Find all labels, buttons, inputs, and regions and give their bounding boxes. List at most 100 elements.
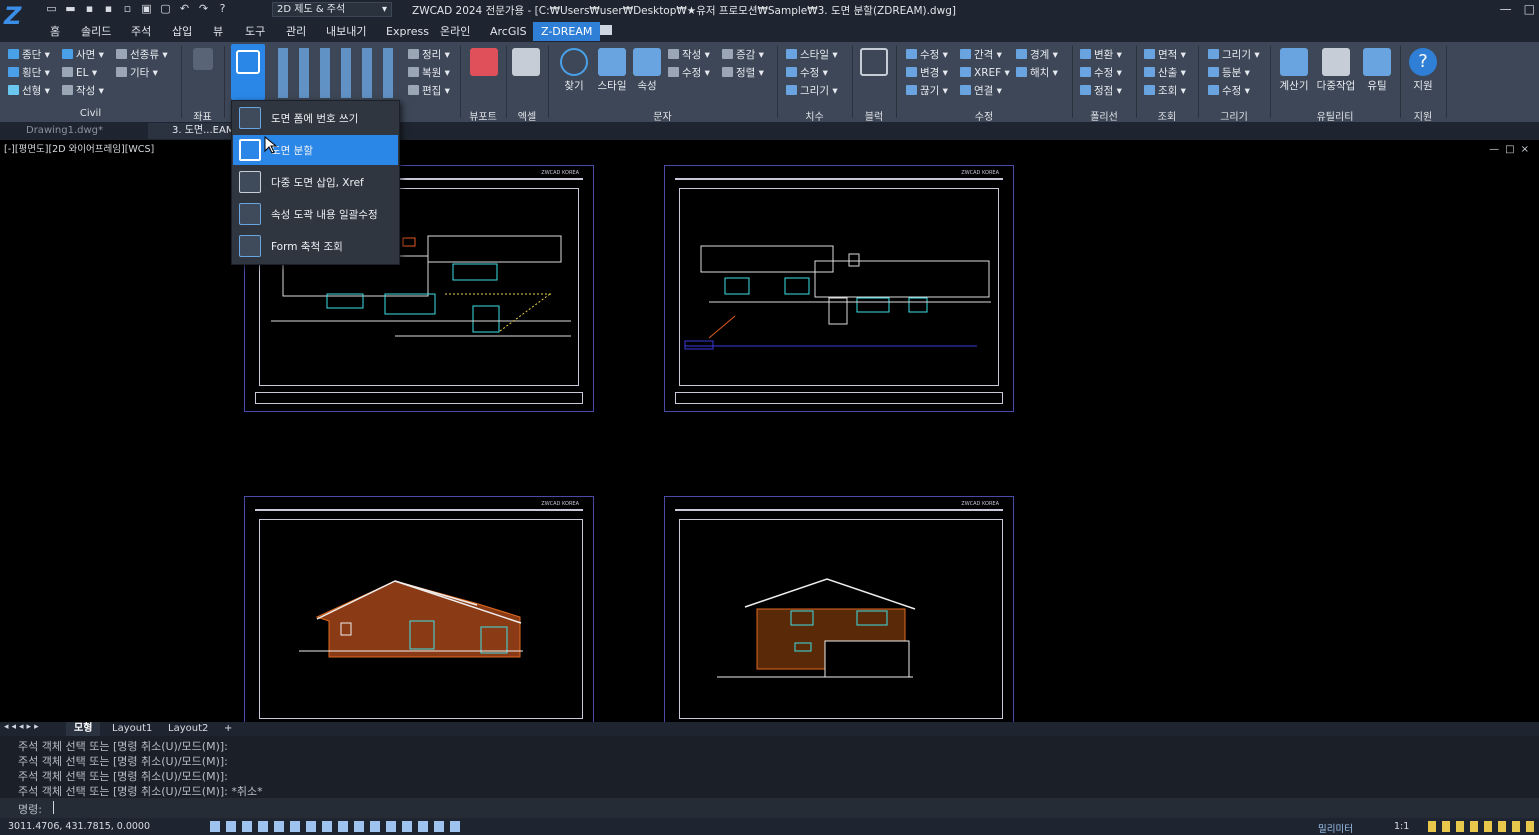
tab-tools[interactable]: 도구	[245, 22, 265, 41]
viewport-label[interactable]: [-][평면도][2D 와이어프레임][WCS]	[4, 141, 154, 155]
text-restore-button[interactable]: 복원 ▾	[408, 66, 450, 80]
attribute-button[interactable]: 속성	[632, 48, 662, 93]
layout-nav-arrows[interactable]: ◂◂◂▸▸	[4, 722, 42, 732]
tab-insert[interactable]: 삽입	[172, 22, 192, 41]
civil-el-button[interactable]: EL ▾	[62, 66, 97, 80]
minimize-button[interactable]: —	[1500, 2, 1512, 16]
print-icon[interactable]: ▣	[139, 2, 154, 16]
find-button[interactable]: 찾기	[558, 48, 590, 93]
drafting-toggles[interactable]	[210, 821, 460, 832]
query-calc-button[interactable]: 산출 ▾	[1144, 66, 1186, 80]
file-tab-drawing1[interactable]: Drawing1.dwg*	[2, 123, 103, 139]
civil-create-button[interactable]: 작성 ▾	[62, 84, 104, 98]
civil-cross-button[interactable]: 횡단 ▾	[8, 66, 50, 80]
status-tray-icons[interactable]	[1428, 821, 1534, 832]
ribbon-toggle-icon[interactable]	[600, 25, 612, 35]
text-edit-button[interactable]: 편집 ▾	[408, 84, 450, 98]
viewport-controls[interactable]: —□×	[1489, 144, 1535, 155]
viewport-lock-button[interactable]	[470, 48, 498, 78]
save-icon[interactable]: ▪	[82, 2, 97, 16]
modify-xref-button[interactable]: XREF ▾	[960, 66, 1010, 80]
modify-edit-button[interactable]: 수정 ▾	[906, 48, 948, 62]
text-align-button[interactable]: 정렬 ▾	[722, 66, 764, 80]
text-create-button[interactable]: 작성 ▾	[668, 48, 710, 62]
tab-manage[interactable]: 관리	[286, 22, 306, 41]
layout-tab-layout2[interactable]: Layout2	[160, 722, 216, 736]
support-button[interactable]: ? 지원	[1406, 48, 1440, 93]
annotation-scale[interactable]: 1:1	[1394, 821, 1409, 832]
command-history-line: 주석 객체 선택 또는 [명령 취소(U)/모드(M)]:	[18, 755, 228, 768]
civil-align-button[interactable]: 선형 ▾	[8, 84, 50, 98]
divide-button[interactable]: 등분 ▾	[1208, 66, 1250, 80]
style-button[interactable]: 스타일	[594, 48, 630, 93]
tab-z-dream[interactable]: Z-DREAM	[533, 22, 601, 41]
modify-boundary-button[interactable]: 경계 ▾	[1016, 48, 1058, 62]
civil-profile-button[interactable]: 종단 ▾	[8, 48, 50, 62]
viewport-tools-icons[interactable]	[278, 48, 398, 98]
calculator-button[interactable]: 계산기	[1276, 48, 1312, 93]
draw-button[interactable]: 그리기 ▾	[1208, 48, 1260, 62]
menu-item-form-scale[interactable]: Form 축척 조회	[233, 231, 398, 261]
poly-vertex-button[interactable]: 정점 ▾	[1080, 84, 1122, 98]
modify-change-button[interactable]: 변경 ▾	[906, 66, 948, 80]
layout-tab-model[interactable]: 모형	[66, 722, 101, 736]
maximize-button[interactable]: □	[1524, 2, 1535, 16]
group-separator	[1446, 46, 1447, 118]
query-lookup-button[interactable]: 조회 ▾	[1144, 84, 1186, 98]
layout-tab-layout1[interactable]: Layout1	[104, 722, 160, 736]
layout-tab-add[interactable]: +	[216, 722, 240, 736]
print-preview-icon[interactable]: ▫	[120, 2, 135, 16]
tab-solid[interactable]: 솔리드	[81, 22, 111, 41]
tab-online[interactable]: 온라인	[440, 22, 470, 41]
menu-item-numbering[interactable]: 도면 폼에 번호 쓰기	[233, 103, 398, 133]
modify-hatch-button[interactable]: 해치 ▾	[1016, 66, 1058, 80]
civil-slope-button[interactable]: 사면 ▾	[62, 48, 104, 62]
dim-style-button[interactable]: 스타일 ▾	[786, 48, 838, 62]
menu-item-label: 도면 폼에 번호 쓰기	[271, 112, 359, 125]
dim-modify-button[interactable]: 수정 ▾	[786, 66, 828, 80]
help-icon[interactable]: ?	[215, 2, 230, 16]
poly-modify-button[interactable]: 수정 ▾	[1080, 66, 1122, 80]
menu-item-multi-insert[interactable]: 다중 도면 삽입, Xref	[233, 167, 398, 197]
save-as-icon[interactable]: ▪	[101, 2, 116, 16]
civil-linetype-button[interactable]: 선종류 ▾	[116, 48, 168, 62]
title-bar: Z ▭ ▬ ▪ ▪ ▫ ▣ ▢ ↶ ↷ ? 2D 제도 & 주석 ZWCAD 2…	[0, 0, 1539, 30]
menu-item-batch-edit[interactable]: 속성 도곽 내용 일괄수정	[233, 199, 398, 229]
utility-button[interactable]: 유틸	[1362, 48, 1392, 93]
command-line[interactable]: 명령:	[0, 798, 1539, 818]
text-scale-button[interactable]: 증감 ▾	[722, 48, 764, 62]
tab-express[interactable]: Express	[386, 22, 429, 41]
coord-button[interactable]	[192, 48, 214, 72]
menu-item-split[interactable]: 도면 분할	[233, 135, 398, 165]
redo-icon[interactable]: ↷	[196, 2, 211, 16]
tab-export[interactable]: 내보내기	[326, 22, 366, 41]
poly-convert-button[interactable]: 변환 ▾	[1080, 48, 1122, 62]
draw-modify-button[interactable]: 수정 ▾	[1208, 84, 1250, 98]
tab-arcgis[interactable]: ArcGIS	[490, 22, 527, 41]
tab-home[interactable]: 홈	[50, 22, 60, 41]
tab-view[interactable]: 뷰	[213, 22, 223, 41]
modify-offset-button[interactable]: 간격 ▾	[960, 48, 1002, 62]
modify-join-button[interactable]: 연결 ▾	[960, 84, 1002, 98]
workspace-select[interactable]: 2D 제도 & 주석	[272, 2, 392, 17]
tab-annotate[interactable]: 주석	[131, 22, 151, 41]
text-modify-button[interactable]: 수정 ▾	[668, 66, 710, 80]
file-tab-current[interactable]: 3. 도면...EAM	[148, 123, 241, 139]
block-button[interactable]	[860, 48, 888, 78]
multi-task-button[interactable]: 다중작업	[1314, 48, 1358, 93]
text-arrange-button[interactable]: 정리 ▾	[408, 48, 450, 62]
civil-etc-button[interactable]: 기타 ▾	[116, 66, 158, 80]
drawing-tools-button[interactable]	[231, 44, 265, 100]
units-selector[interactable]: 밀리미터	[1318, 821, 1353, 835]
dim-draw-button[interactable]: 그리기 ▾	[786, 84, 838, 98]
open-icon[interactable]: ▬	[63, 2, 78, 16]
undo-icon[interactable]: ↶	[177, 2, 192, 16]
plot-icon[interactable]: ▢	[158, 2, 173, 16]
new-icon[interactable]: ▭	[44, 2, 59, 16]
window-controls: — □	[1500, 2, 1535, 16]
excel-button[interactable]	[512, 48, 540, 78]
group-title-draw: 그리기	[1220, 112, 1248, 123]
modify-break-button[interactable]: 끊기 ▾	[906, 84, 948, 98]
query-area-button[interactable]: 면적 ▾	[1144, 48, 1186, 62]
app-logo[interactable]: Z	[4, 2, 40, 36]
